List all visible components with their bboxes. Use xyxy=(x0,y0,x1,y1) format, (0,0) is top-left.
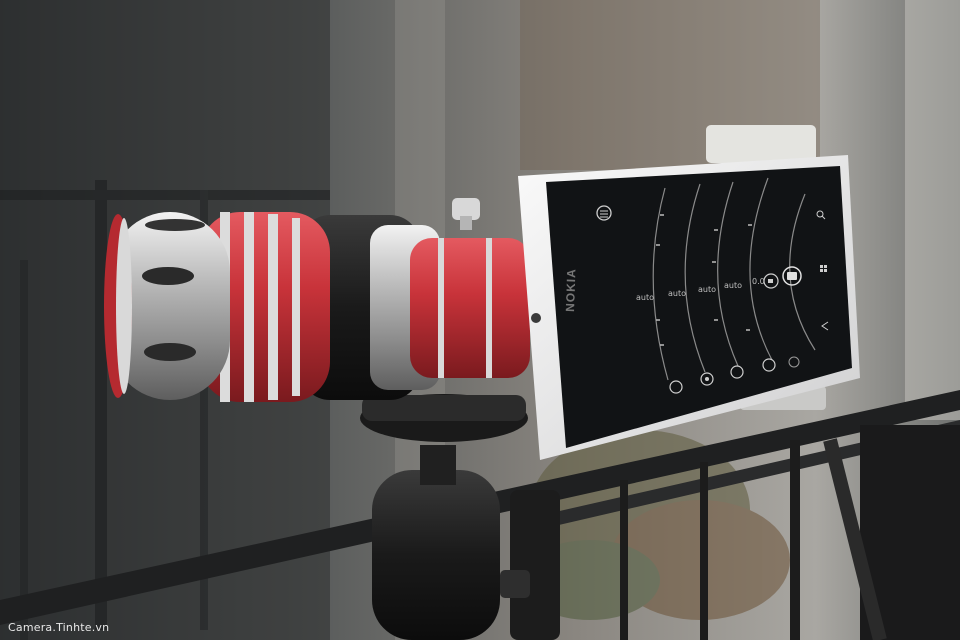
photo-scene: NOKIA auto auto auto auto 0.0 Camera.Tin… xyxy=(0,0,960,640)
nokia-phone: NOKIA xyxy=(518,125,860,460)
dial-label-iso: auto xyxy=(698,285,716,294)
dial-label-focus: auto xyxy=(668,289,686,298)
dial-label-shutter: auto xyxy=(724,281,742,290)
dial-label-exposure: 0.0 xyxy=(752,277,765,286)
telephoto-lens xyxy=(104,198,530,402)
phone-clamp-top xyxy=(706,125,816,163)
watermark: Camera.Tinhte.vn xyxy=(8,621,110,634)
right-pillar xyxy=(905,0,960,420)
dial-label-white-balance: auto xyxy=(636,293,654,302)
front-camera xyxy=(531,313,541,323)
scene-illustration: NOKIA auto auto auto auto 0.0 xyxy=(0,0,960,640)
phone-brand: NOKIA xyxy=(563,268,579,312)
